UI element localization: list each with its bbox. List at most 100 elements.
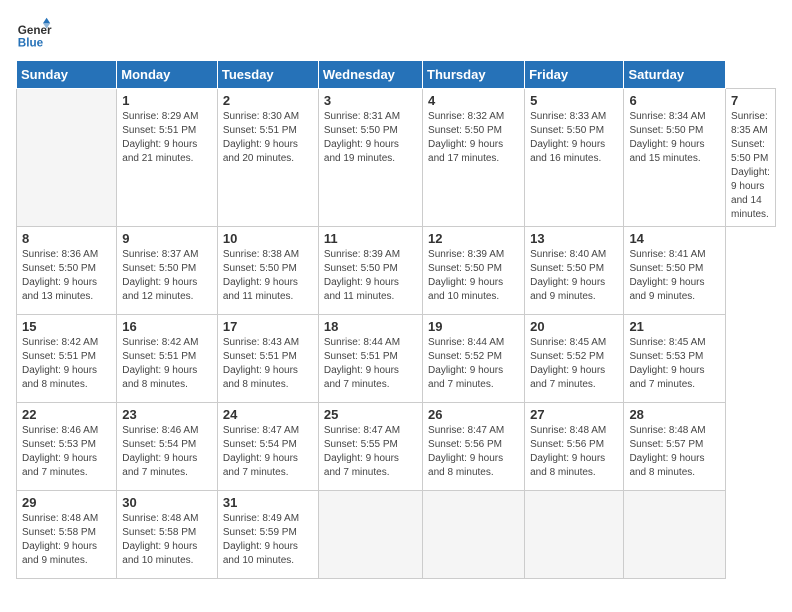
calendar-day-cell: 22 Sunrise: 8:46 AMSunset: 5:53 PMDaylig… <box>17 403 117 491</box>
calendar-week-row: 15 Sunrise: 8:42 AMSunset: 5:51 PMDaylig… <box>17 315 776 403</box>
calendar-table: SundayMondayTuesdayWednesdayThursdayFrid… <box>16 60 776 579</box>
weekday-header: Thursday <box>423 61 525 89</box>
calendar-day-cell: 12 Sunrise: 8:39 AMSunset: 5:50 PMDaylig… <box>423 227 525 315</box>
day-number: 31 <box>223 495 313 510</box>
day-info: Sunrise: 8:31 AMSunset: 5:50 PMDaylight:… <box>324 110 417 166</box>
day-info: Sunrise: 8:41 AMSunset: 5:50 PMDaylight:… <box>629 248 720 304</box>
day-number: 16 <box>122 319 212 334</box>
day-info: Sunrise: 8:46 AMSunset: 5:54 PMDaylight:… <box>122 424 212 480</box>
weekday-header: Saturday <box>624 61 726 89</box>
day-number: 18 <box>324 319 417 334</box>
calendar-day-cell: 18 Sunrise: 8:44 AMSunset: 5:51 PMDaylig… <box>318 315 422 403</box>
day-info: Sunrise: 8:38 AMSunset: 5:50 PMDaylight:… <box>223 248 313 304</box>
day-number: 29 <box>22 495 111 510</box>
day-number: 8 <box>22 231 111 246</box>
day-number: 20 <box>530 319 618 334</box>
day-number: 13 <box>530 231 618 246</box>
calendar-day-cell: 30 Sunrise: 8:48 AMSunset: 5:58 PMDaylig… <box>117 491 218 579</box>
calendar-day-cell: 8 Sunrise: 8:36 AMSunset: 5:50 PMDayligh… <box>17 227 117 315</box>
calendar-day-cell: 31 Sunrise: 8:49 AMSunset: 5:59 PMDaylig… <box>217 491 318 579</box>
calendar-day-cell: 4 Sunrise: 8:32 AMSunset: 5:50 PMDayligh… <box>423 89 525 227</box>
day-number: 14 <box>629 231 720 246</box>
calendar-day-cell: 23 Sunrise: 8:46 AMSunset: 5:54 PMDaylig… <box>117 403 218 491</box>
day-info: Sunrise: 8:44 AMSunset: 5:51 PMDaylight:… <box>324 336 417 392</box>
weekday-header: Monday <box>117 61 218 89</box>
calendar-day-cell <box>318 491 422 579</box>
svg-text:Blue: Blue <box>18 37 44 50</box>
calendar-day-cell: 6 Sunrise: 8:34 AMSunset: 5:50 PMDayligh… <box>624 89 726 227</box>
calendar-day-cell: 13 Sunrise: 8:40 AMSunset: 5:50 PMDaylig… <box>525 227 624 315</box>
day-info: Sunrise: 8:47 AMSunset: 5:56 PMDaylight:… <box>428 424 519 480</box>
calendar-day-cell: 1 Sunrise: 8:29 AMSunset: 5:51 PMDayligh… <box>117 89 218 227</box>
weekday-header: Friday <box>525 61 624 89</box>
day-info: Sunrise: 8:29 AMSunset: 5:51 PMDaylight:… <box>122 110 212 166</box>
day-number: 4 <box>428 93 519 108</box>
day-info: Sunrise: 8:45 AMSunset: 5:52 PMDaylight:… <box>530 336 618 392</box>
day-info: Sunrise: 8:48 AMSunset: 5:58 PMDaylight:… <box>122 512 212 568</box>
page-header: General Blue <box>16 16 776 52</box>
day-number: 10 <box>223 231 313 246</box>
calendar-day-cell: 26 Sunrise: 8:47 AMSunset: 5:56 PMDaylig… <box>423 403 525 491</box>
weekday-header: Sunday <box>17 61 117 89</box>
day-number: 3 <box>324 93 417 108</box>
day-info: Sunrise: 8:42 AMSunset: 5:51 PMDaylight:… <box>22 336 111 392</box>
calendar-day-cell: 29 Sunrise: 8:48 AMSunset: 5:58 PMDaylig… <box>17 491 117 579</box>
calendar-week-row: 22 Sunrise: 8:46 AMSunset: 5:53 PMDaylig… <box>17 403 776 491</box>
day-info: Sunrise: 8:42 AMSunset: 5:51 PMDaylight:… <box>122 336 212 392</box>
day-info: Sunrise: 8:40 AMSunset: 5:50 PMDaylight:… <box>530 248 618 304</box>
calendar-day-cell: 19 Sunrise: 8:44 AMSunset: 5:52 PMDaylig… <box>423 315 525 403</box>
day-number: 26 <box>428 407 519 422</box>
day-info: Sunrise: 8:45 AMSunset: 5:53 PMDaylight:… <box>629 336 720 392</box>
day-info: Sunrise: 8:39 AMSunset: 5:50 PMDaylight:… <box>324 248 417 304</box>
calendar-day-cell: 10 Sunrise: 8:38 AMSunset: 5:50 PMDaylig… <box>217 227 318 315</box>
calendar-day-cell: 14 Sunrise: 8:41 AMSunset: 5:50 PMDaylig… <box>624 227 726 315</box>
day-number: 5 <box>530 93 618 108</box>
calendar-week-row: 8 Sunrise: 8:36 AMSunset: 5:50 PMDayligh… <box>17 227 776 315</box>
day-info: Sunrise: 8:48 AMSunset: 5:57 PMDaylight:… <box>629 424 720 480</box>
day-info: Sunrise: 8:47 AMSunset: 5:54 PMDaylight:… <box>223 424 313 480</box>
day-number: 11 <box>324 231 417 246</box>
day-number: 17 <box>223 319 313 334</box>
calendar-day-cell: 27 Sunrise: 8:48 AMSunset: 5:56 PMDaylig… <box>525 403 624 491</box>
day-number: 22 <box>22 407 111 422</box>
weekday-header: Tuesday <box>217 61 318 89</box>
day-info: Sunrise: 8:48 AMSunset: 5:56 PMDaylight:… <box>530 424 618 480</box>
day-number: 21 <box>629 319 720 334</box>
day-info: Sunrise: 8:46 AMSunset: 5:53 PMDaylight:… <box>22 424 111 480</box>
day-number: 30 <box>122 495 212 510</box>
calendar-day-cell: 24 Sunrise: 8:47 AMSunset: 5:54 PMDaylig… <box>217 403 318 491</box>
calendar-week-row: 29 Sunrise: 8:48 AMSunset: 5:58 PMDaylig… <box>17 491 776 579</box>
day-info: Sunrise: 8:44 AMSunset: 5:52 PMDaylight:… <box>428 336 519 392</box>
day-number: 15 <box>22 319 111 334</box>
day-number: 2 <box>223 93 313 108</box>
calendar-day-cell: 5 Sunrise: 8:33 AMSunset: 5:50 PMDayligh… <box>525 89 624 227</box>
calendar-day-cell: 7 Sunrise: 8:35 AMSunset: 5:50 PMDayligh… <box>726 89 776 227</box>
calendar-day-cell <box>624 491 726 579</box>
logo: General Blue <box>16 16 52 52</box>
logo-icon: General Blue <box>16 16 52 52</box>
day-info: Sunrise: 8:33 AMSunset: 5:50 PMDaylight:… <box>530 110 618 166</box>
weekday-header: Wednesday <box>318 61 422 89</box>
day-info: Sunrise: 8:39 AMSunset: 5:50 PMDaylight:… <box>428 248 519 304</box>
calendar-week-row: 1 Sunrise: 8:29 AMSunset: 5:51 PMDayligh… <box>17 89 776 227</box>
calendar-day-cell: 2 Sunrise: 8:30 AMSunset: 5:51 PMDayligh… <box>217 89 318 227</box>
calendar-header-row: SundayMondayTuesdayWednesdayThursdayFrid… <box>17 61 776 89</box>
day-number: 9 <box>122 231 212 246</box>
day-number: 25 <box>324 407 417 422</box>
day-info: Sunrise: 8:35 AMSunset: 5:50 PMDaylight:… <box>731 110 770 222</box>
day-number: 1 <box>122 93 212 108</box>
calendar-day-cell: 21 Sunrise: 8:45 AMSunset: 5:53 PMDaylig… <box>624 315 726 403</box>
day-number: 28 <box>629 407 720 422</box>
calendar-day-cell: 25 Sunrise: 8:47 AMSunset: 5:55 PMDaylig… <box>318 403 422 491</box>
day-info: Sunrise: 8:34 AMSunset: 5:50 PMDaylight:… <box>629 110 720 166</box>
day-info: Sunrise: 8:36 AMSunset: 5:50 PMDaylight:… <box>22 248 111 304</box>
day-info: Sunrise: 8:47 AMSunset: 5:55 PMDaylight:… <box>324 424 417 480</box>
day-number: 27 <box>530 407 618 422</box>
calendar-day-cell: 16 Sunrise: 8:42 AMSunset: 5:51 PMDaylig… <box>117 315 218 403</box>
day-info: Sunrise: 8:32 AMSunset: 5:50 PMDaylight:… <box>428 110 519 166</box>
calendar-day-cell: 28 Sunrise: 8:48 AMSunset: 5:57 PMDaylig… <box>624 403 726 491</box>
day-info: Sunrise: 8:43 AMSunset: 5:51 PMDaylight:… <box>223 336 313 392</box>
day-info: Sunrise: 8:48 AMSunset: 5:58 PMDaylight:… <box>22 512 111 568</box>
day-number: 24 <box>223 407 313 422</box>
calendar-day-cell: 20 Sunrise: 8:45 AMSunset: 5:52 PMDaylig… <box>525 315 624 403</box>
